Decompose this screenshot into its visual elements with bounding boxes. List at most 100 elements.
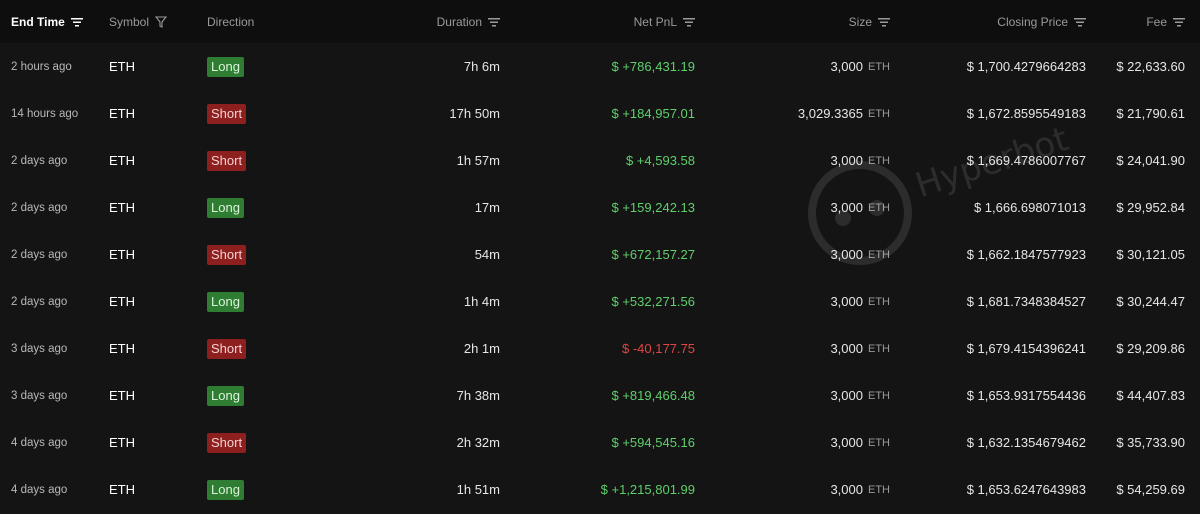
sort-icon[interactable] (683, 17, 695, 27)
duration: 1h 4m (463, 294, 500, 309)
size-cell: 3,000 ETH (760, 372, 890, 419)
size-cell: 3,000 ETH (760, 419, 890, 466)
symbol-cell: ETH (109, 372, 135, 419)
symbol: ETH (109, 106, 135, 121)
fee-cell: $ 30,121.05 (1100, 231, 1185, 278)
direction-cell: Short (207, 231, 247, 278)
column-closing-price[interactable]: Closing Price (940, 0, 1086, 43)
sort-icon[interactable] (1074, 17, 1086, 27)
fee-cell: $ 54,259.69 (1100, 466, 1185, 513)
end-time-cell: 2 days ago (11, 137, 67, 184)
duration: 7h 38m (456, 388, 500, 403)
size-unit: ETH (868, 248, 890, 261)
sort-icon[interactable] (488, 17, 500, 27)
closing-price-cell: $ 1,681.7348384527 (930, 278, 1086, 325)
net-pnl-cell: $ +672,157.27 (560, 231, 696, 278)
direction-cell: Long (207, 43, 244, 90)
column-symbol[interactable]: Symbol (109, 0, 168, 43)
end-time: 4 days ago (11, 436, 68, 449)
net-pnl: $ +159,242.13 (611, 200, 696, 215)
end-time: 3 days ago (11, 389, 68, 402)
direction-cell: Short (207, 137, 247, 184)
table-row[interactable]: 14 hours ago ETH Short 17h 50m $ +184,957.01… (0, 90, 1200, 137)
direction-badge: Long (207, 197, 244, 218)
table-row[interactable]: 2 days ago ETH Short 1h 57m $ +4,593.58 3,000… (0, 137, 1200, 184)
size-unit: ETH (868, 483, 890, 496)
duration-cell: 1h 4m (380, 278, 500, 325)
column-end-time[interactable]: End Time (11, 0, 83, 43)
column-size[interactable]: Size (790, 0, 890, 43)
end-time-cell: 14 hours ago (11, 90, 78, 137)
fee: $ 30,244.47 (1116, 294, 1185, 309)
net-pnl: $ +672,157.27 (611, 247, 696, 262)
end-time-cell: 4 days ago (11, 466, 67, 513)
size-unit: ETH (868, 201, 890, 214)
size-unit: ETH (868, 60, 890, 73)
direction-cell: Long (207, 372, 244, 419)
end-time-cell: 3 days ago (11, 325, 67, 372)
size-value: 3,000 (830, 200, 863, 215)
end-time-cell: 4 days ago (11, 419, 67, 466)
symbol-cell: ETH (109, 419, 135, 466)
duration-cell: 1h 57m (380, 137, 500, 184)
table-row[interactable]: 3 days ago ETH Long 7h 38m $ +819,466.48 3,00… (0, 372, 1200, 419)
sort-icon[interactable] (70, 17, 83, 27)
size-value: 3,000 (830, 247, 863, 262)
fee: $ 35,733.90 (1116, 435, 1185, 450)
direction-badge: Long (207, 479, 244, 500)
symbol-cell: ETH (109, 137, 135, 184)
closing-price: $ 1,666.698071013 (973, 200, 1086, 215)
table-row[interactable]: 2 days ago ETH Long 17m $ +159,242.13 3,000 ET… (0, 184, 1200, 231)
size-unit: ETH (868, 295, 890, 308)
direction-badge: Long (207, 291, 244, 312)
net-pnl: $ +819,466.48 (611, 388, 696, 403)
column-fee[interactable]: Fee (1100, 0, 1185, 43)
fee: $ 44,407.83 (1116, 388, 1185, 403)
sort-icon[interactable] (1173, 17, 1185, 27)
closing-price-cell: $ 1,700.4279664283 (930, 43, 1086, 90)
closing-price-cell: $ 1,679.4154396241 (930, 325, 1086, 372)
closing-price: $ 1,681.7348384527 (966, 294, 1086, 309)
column-duration[interactable]: Duration (380, 0, 500, 43)
net-pnl-cell: $ +1,215,801.99 (560, 466, 695, 513)
size-cell: 3,000 ETH (760, 137, 890, 184)
column-fee-label: Fee (1146, 14, 1167, 29)
fee: $ 29,209.86 (1116, 341, 1185, 356)
net-pnl-cell: $ +594,545.16 (560, 419, 696, 466)
column-net-pnl[interactable]: Net PnL (560, 0, 695, 43)
closing-price: $ 1,700.4279664283 (966, 59, 1086, 74)
size-cell: 3,000 ETH (760, 325, 890, 372)
closing-price-cell: $ 1,653.6247643983 (930, 466, 1086, 513)
net-pnl: $ +4,593.58 (625, 153, 695, 168)
size-cell: 3,000 ETH (760, 231, 890, 278)
table-row[interactable]: 4 days ago ETH Short 2h 32m $ +594,545.16 3,0… (0, 419, 1200, 466)
table-row[interactable]: 3 days ago ETH Short 2h 1m $ -40,177.75 3,000… (0, 325, 1200, 372)
end-time: 2 days ago (11, 248, 68, 261)
fee-cell: $ 29,209.86 (1100, 325, 1185, 372)
table-row[interactable]: 2 hours ago ETH Long 7h 6m $ +786,431.19 3,00… (0, 43, 1200, 90)
symbol-cell: ETH (109, 184, 135, 231)
direction-badge: Short (207, 432, 247, 453)
symbol: ETH (109, 294, 135, 309)
duration: 17m (474, 200, 500, 215)
direction-badge: Short (207, 338, 247, 359)
duration: 17h 50m (449, 106, 500, 121)
size-unit: ETH (868, 107, 890, 120)
size-value: 3,000 (830, 388, 863, 403)
table-row[interactable]: 2 days ago ETH Long 1h 4m $ +532,271.56 3,000… (0, 278, 1200, 325)
direction-cell: Long (207, 466, 244, 513)
size-value: 3,000 (830, 435, 863, 450)
trade-history-table: End Time Symbol Direction Duration Net P… (0, 0, 1200, 514)
sort-icon[interactable] (878, 17, 890, 27)
size-value: 3,000 (830, 153, 863, 168)
direction-badge: Short (207, 150, 247, 171)
size-unit: ETH (868, 342, 890, 355)
duration-cell: 54m (380, 231, 500, 278)
filter-icon[interactable] (155, 15, 168, 28)
closing-price: $ 1,632.1354679462 (966, 435, 1086, 450)
table-row[interactable]: 4 days ago ETH Long 1h 51m $ +1,215,801.99 3,… (0, 466, 1200, 513)
table-row[interactable]: 2 days ago ETH Short 54m $ +672,157.27 3,000 E… (0, 231, 1200, 278)
end-time-cell: 2 days ago (11, 231, 67, 278)
end-time-cell: 2 days ago (11, 184, 67, 231)
symbol: ETH (109, 247, 135, 262)
